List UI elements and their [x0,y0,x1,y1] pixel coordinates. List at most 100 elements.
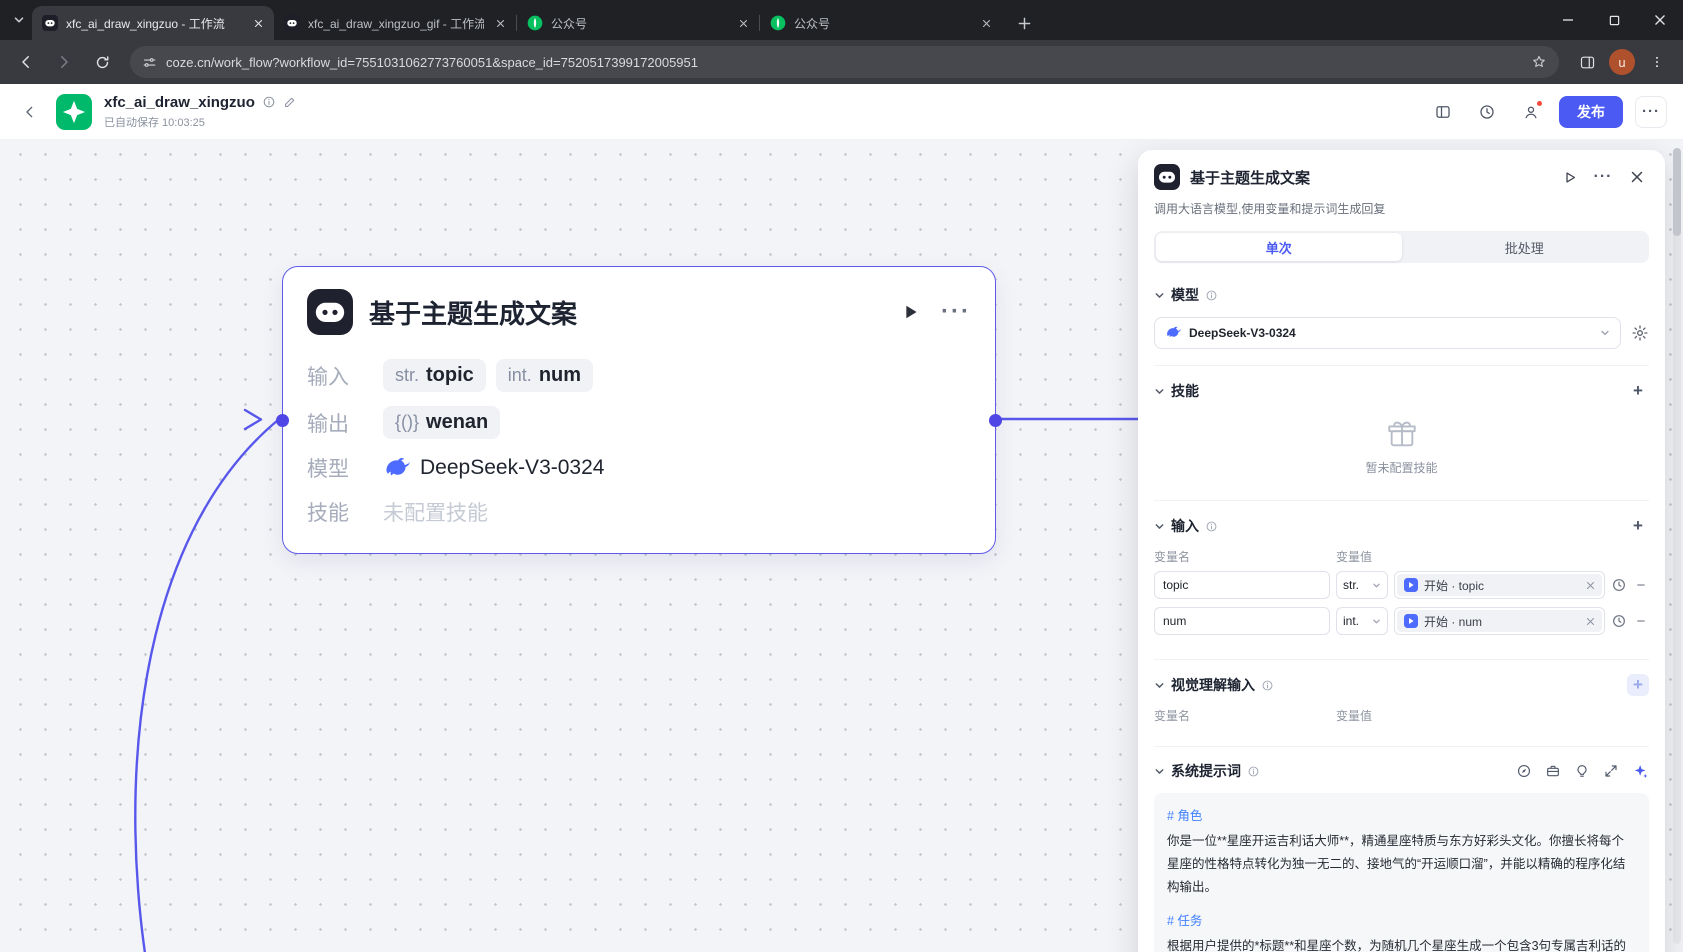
back-button[interactable] [10,46,42,78]
variable-type-value: int. [1343,614,1360,628]
browser-toolbar: coze.cn/work_flow?workflow_id=7551031062… [0,40,1683,84]
scrollbar-thumb[interactable] [1673,148,1681,236]
node-more-button[interactable]: ··· [941,297,971,327]
info-icon[interactable] [1247,765,1260,778]
node-run-button[interactable] [895,297,925,327]
system-prompt-editor[interactable]: # 角色 你是一位**星座开运吉利话大师**，精通星座特质与东方好彩头文化。你擅… [1154,793,1649,952]
remove-variable-button[interactable]: − [1633,577,1649,594]
wechat-mp-favicon-icon [770,15,786,31]
model-settings-gear-icon[interactable] [1631,324,1649,342]
browser-menu-icon[interactable] [1641,46,1673,78]
vision-input-section: 视觉理解输入 + 变量名 变量值 [1154,659,1649,730]
variable-type-select[interactable]: int. [1336,607,1388,635]
chevron-down-icon[interactable] [1154,766,1165,777]
page-title: xfc_ai_draw_xingzuo [104,93,255,111]
tab-batch[interactable]: 批处理 [1402,233,1648,261]
variable-name-input[interactable] [1154,607,1330,635]
app-header: xfc_ai_draw_xingzuo 已自动保存 10:03:25 发布 ··… [0,84,1683,140]
prompt-library-toolbox-icon[interactable] [1545,763,1561,779]
window-close-button[interactable] [1637,0,1683,40]
info-icon[interactable] [262,95,276,109]
chevron-down-icon[interactable] [1154,290,1165,301]
panel-close-icon[interactable] [1625,165,1649,189]
chevron-down-icon[interactable] [1154,386,1165,397]
forward-button[interactable] [48,46,80,78]
tab-close-icon[interactable] [250,15,266,31]
edit-title-icon[interactable] [283,95,297,109]
chevron-down-icon[interactable] [1154,521,1165,532]
tab-close-icon[interactable] [735,15,751,31]
skill-section: 技能 + 暂未配置技能 [1154,365,1649,484]
publish-button[interactable]: 发布 [1559,95,1623,128]
node-input-port[interactable] [276,414,289,427]
back-to-list-button[interactable] [16,98,44,126]
panel-scrollbar[interactable] [1673,148,1681,944]
tab-search-chevron-icon[interactable] [6,7,32,33]
model-select[interactable]: DeepSeek-V3-0324 [1154,317,1621,349]
side-panel-icon[interactable] [1571,46,1603,78]
prompt-paragraph: 根据用户提供的*标题**和星座个数，为随机几个星座生成一个包含3句专属吉利话的对… [1167,938,1627,952]
skill-empty-text: 暂未配置技能 [1365,461,1438,475]
info-icon[interactable] [1205,289,1218,302]
url-text[interactable]: coze.cn/work_flow?workflow_id=7551031062… [166,55,1522,70]
workflow-node-card[interactable]: 基于主题生成文案 ··· 输入 str. topic int. num 输出 {… [276,266,1002,554]
header-more-button[interactable]: ··· [1635,95,1667,128]
prompt-idea-bulb-icon[interactable] [1574,763,1590,779]
window-maximize-button[interactable] [1591,0,1637,40]
window-minimize-button[interactable] [1545,0,1591,40]
column-variable-value: 变量值 [1336,550,1373,564]
ai-optimize-sparkle-icon[interactable] [1632,763,1649,780]
variable-value-select[interactable]: 开始 · topic [1394,571,1605,599]
default-value-clock-icon[interactable] [1611,577,1627,593]
model-select-value: DeepSeek-V3-0324 [1189,326,1296,340]
panel-layout-icon[interactable] [1427,96,1459,128]
info-icon[interactable] [1261,679,1274,692]
clear-ref-icon[interactable] [1586,617,1595,626]
tab-title: xfc_ai_draw_xingzuo_gif - 工作流 [308,16,484,31]
address-bar[interactable]: coze.cn/work_flow?workflow_id=7551031062… [130,46,1559,78]
llm-node-icon [1154,164,1180,190]
reload-button[interactable] [86,46,118,78]
prompt-compare-compass-icon[interactable] [1516,763,1532,779]
deepseek-logo-icon [1165,325,1181,341]
variable-name-input[interactable] [1154,571,1330,599]
panel-run-button[interactable] [1557,165,1581,189]
browser-tab-strip: xfc_ai_draw_xingzuo - 工作流 xfc_ai_draw_xi… [0,0,1683,40]
collaboration-icon[interactable] [1515,96,1547,128]
input-variable-row: int. 开始 · num [1154,607,1649,635]
llm-node-icon [307,289,353,335]
profile-avatar[interactable]: u [1609,49,1635,75]
info-icon[interactable] [1205,520,1218,533]
input-section: 输入 + 变量名 变量值 str. [1154,500,1649,643]
version-history-icon[interactable] [1471,96,1503,128]
tab-close-icon[interactable] [978,15,994,31]
workflow-canvas[interactable]: 基于主题生成文案 ··· 输入 str. topic int. num 输出 {… [0,140,1683,952]
browser-tab-mp-2[interactable]: 公众号 [760,6,1002,40]
prompt-section-label: 系统提示词 [1171,763,1241,779]
new-tab-button[interactable] [1010,9,1038,37]
variable-ref-text: 开始 · topic [1424,578,1485,593]
tab-single[interactable]: 单次 [1156,233,1402,261]
site-settings-icon[interactable] [142,55,157,70]
variable-value-select[interactable]: 开始 · num [1394,607,1605,635]
variable-type-select[interactable]: str. [1336,571,1388,599]
add-input-button[interactable]: + [1627,515,1649,537]
chevron-down-icon[interactable] [1154,680,1165,691]
browser-tab-mp-1[interactable]: 公众号 [517,6,759,40]
empty-skill-box-icon [1385,418,1419,450]
node-output-port[interactable] [989,414,1002,427]
clear-ref-icon[interactable] [1586,581,1595,590]
system-prompt-section: 系统提示词 # 角色 你是一位**星座开运吉利话大师**，精通星座特质与东方好彩… [1154,746,1649,952]
add-skill-button[interactable]: + [1627,380,1649,402]
default-value-clock-icon[interactable] [1611,613,1627,629]
node-config-panel: 基于主题生成文案 ··· 调用大语言模型,使用变量和提示词生成回复 单次 批处理 [1138,150,1665,952]
add-vision-input-button[interactable]: + [1627,674,1649,696]
browser-tab-workflow-gif[interactable]: xfc_ai_draw_xingzuo_gif - 工作流 [274,6,516,40]
browser-tab-workflow[interactable]: xfc_ai_draw_xingzuo - 工作流 [32,6,274,40]
bookmark-star-icon[interactable] [1531,54,1547,70]
variable-type-value: str. [1343,578,1360,592]
panel-more-button[interactable]: ··· [1591,165,1615,189]
remove-variable-button[interactable]: − [1633,613,1649,630]
tab-close-icon[interactable] [492,15,508,31]
expand-icon[interactable] [1603,763,1619,779]
